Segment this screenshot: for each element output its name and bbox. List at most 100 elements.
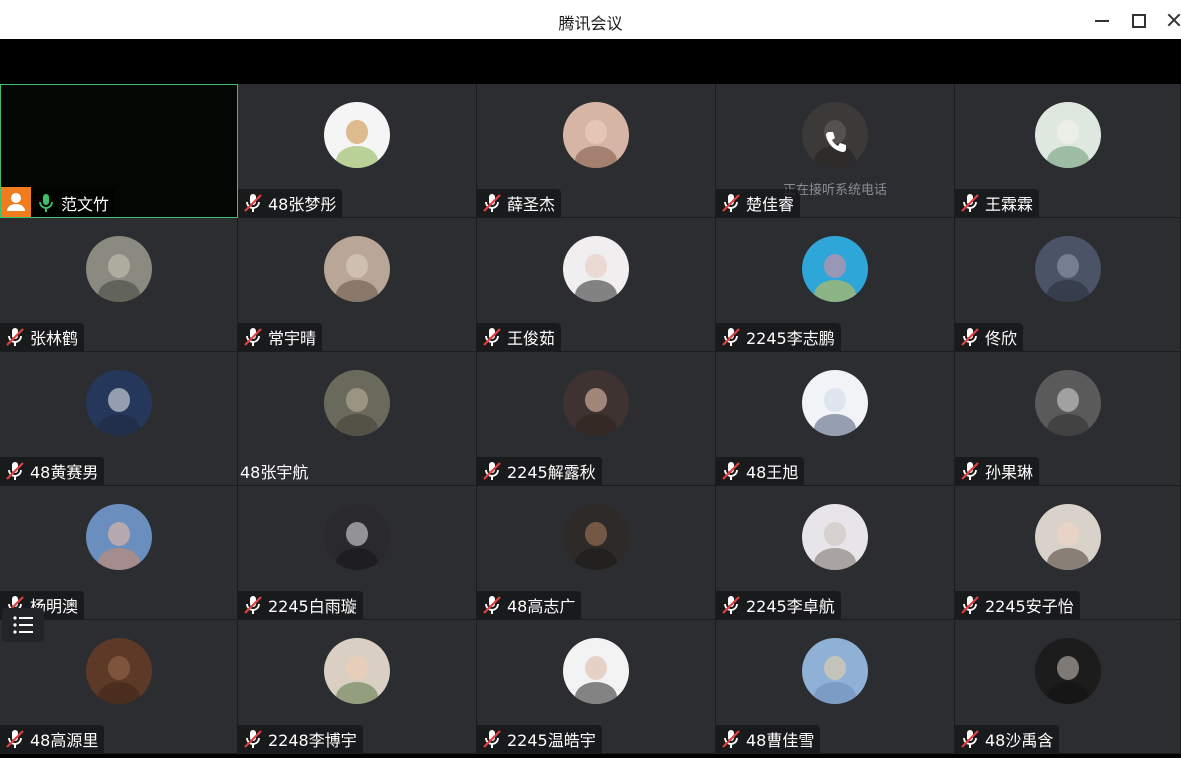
mic-muted-icon (720, 460, 742, 482)
mic-icon (35, 192, 57, 214)
participant-name: 王俊茹 (507, 329, 556, 348)
participant-tile[interactable]: 王俊茹 (477, 218, 716, 352)
participant-tile[interactable]: 48王旭 (716, 352, 955, 486)
avatar (324, 370, 390, 436)
participant-tile[interactable]: 范文竹 (0, 84, 238, 218)
participant-tile[interactable]: 2245李卓航 (716, 486, 955, 620)
participant-tile[interactable]: 48高志广 (477, 486, 716, 620)
participant-tile[interactable]: 48曹佳雪 (716, 620, 955, 754)
participant-name: 常宇晴 (268, 329, 317, 348)
participant-tile[interactable]: 王霖霖 (955, 84, 1181, 218)
participant-name: 48王旭 (746, 463, 799, 482)
participant-tile[interactable]: 48张梦彤 (238, 84, 477, 218)
participant-tile[interactable]: 常宇晴 (238, 218, 477, 352)
mic-muted-icon (4, 460, 26, 482)
avatar (324, 236, 390, 302)
close-icon[interactable] (1162, 8, 1181, 32)
top-toolbar-area (0, 39, 1181, 84)
participant-nametag: 2248李博宇 (238, 725, 363, 753)
avatar (1034, 236, 1101, 302)
mic-muted-icon (242, 326, 264, 348)
mic-muted-icon (481, 460, 503, 482)
participant-list-button[interactable] (2, 608, 44, 642)
participant-nametag: 2245解露秋 (477, 457, 602, 485)
participant-tile[interactable]: 张林鹤 (0, 218, 238, 352)
participant-name: 薛圣杰 (507, 195, 556, 214)
mic-muted-icon (242, 192, 264, 214)
participant-name: 楚佳睿 (746, 195, 795, 214)
participant-tile[interactable]: 48张宇航 (238, 352, 477, 486)
mic-muted-icon (959, 728, 981, 750)
participant-tile[interactable]: 正在接听系统电话 楚佳睿 (716, 84, 955, 218)
participant-tile[interactable]: 孙果琳 (955, 352, 1181, 486)
avatar (802, 638, 868, 704)
participant-nametag: 王霖霖 (955, 189, 1040, 217)
mic-muted-icon (481, 594, 503, 616)
participant-tile[interactable]: 佟欣 (955, 218, 1181, 352)
participant-name: 48高源里 (30, 731, 99, 750)
avatar (802, 370, 868, 436)
avatar (1034, 504, 1101, 570)
mic-muted-icon (720, 326, 742, 348)
participant-name: 范文竹 (61, 195, 110, 214)
participant-nametag: 48张宇航 (238, 457, 314, 485)
mic-muted-icon (959, 192, 981, 214)
participant-tile[interactable]: 2248李博宇 (238, 620, 477, 754)
mic-muted-icon (481, 192, 503, 214)
participant-name: 2245李志鹏 (746, 329, 835, 348)
window-title: 腾讯会议 (558, 14, 623, 33)
participant-nametag: 48沙禹含 (955, 725, 1060, 753)
avatar (1034, 370, 1101, 436)
person-icon (1, 187, 31, 217)
participant-nametag: 48高源里 (0, 725, 105, 753)
participant-name: 张林鹤 (30, 329, 79, 348)
participant-tile[interactable]: 杨明澳 (0, 486, 238, 620)
participant-name: 48黄赛男 (30, 463, 99, 482)
participant-nametag: 48黄赛男 (0, 457, 105, 485)
participant-nametag: 2245李志鹏 (716, 323, 841, 351)
participant-nametag: 范文竹 (31, 189, 116, 217)
avatar (85, 236, 152, 302)
title-bar: 腾讯会议 (0, 0, 1181, 39)
participant-tile[interactable]: 薛圣杰 (477, 84, 716, 218)
participant-nametag: 2245白雨璇 (238, 591, 363, 619)
participant-nametag: 常宇晴 (238, 323, 323, 351)
participant-nametag: 48张梦彤 (238, 189, 343, 217)
participant-name: 48曹佳雪 (746, 731, 815, 750)
participant-nametag: 48王旭 (716, 457, 805, 485)
participant-tile[interactable]: 2245解露秋 (477, 352, 716, 486)
participant-tile[interactable]: 2245温皓宇 (477, 620, 716, 754)
mic-muted-icon (4, 326, 26, 348)
participant-nametag: 楚佳睿 (716, 189, 801, 217)
participant-tile[interactable]: 2245白雨璇 (238, 486, 477, 620)
list-icon (13, 616, 33, 634)
mic-muted-icon (481, 728, 503, 750)
minimize-icon[interactable] (1090, 8, 1114, 32)
participant-name: 2245温皓宇 (507, 731, 596, 750)
avatar (324, 102, 390, 168)
participant-nametag: 佟欣 (955, 323, 1024, 351)
mic-muted-icon (720, 728, 742, 750)
mic-muted-icon (720, 594, 742, 616)
avatar (563, 236, 629, 302)
avatar (563, 504, 629, 570)
avatar (563, 638, 629, 704)
avatar (324, 638, 390, 704)
avatar (1034, 638, 1101, 704)
participant-tile[interactable]: 2245李志鹏 (716, 218, 955, 352)
mic-muted-icon (481, 326, 503, 348)
avatar (324, 504, 390, 570)
participant-tile[interactable]: 48沙禹含 (955, 620, 1181, 754)
participant-name: 48张梦彤 (268, 195, 337, 214)
participant-name: 48沙禹含 (985, 731, 1054, 750)
maximize-icon[interactable] (1126, 8, 1150, 32)
avatar (85, 504, 152, 570)
avatar (802, 236, 868, 302)
avatar (563, 102, 629, 168)
participant-nametag: 孙果琳 (955, 457, 1040, 485)
participant-tile[interactable]: 48黄赛男 (0, 352, 238, 486)
participant-nametag: 张林鹤 (0, 323, 85, 351)
mic-muted-icon (4, 728, 26, 750)
participant-tile[interactable]: 2245安子怡 (955, 486, 1181, 620)
participant-nametag: 48高志广 (477, 591, 582, 619)
